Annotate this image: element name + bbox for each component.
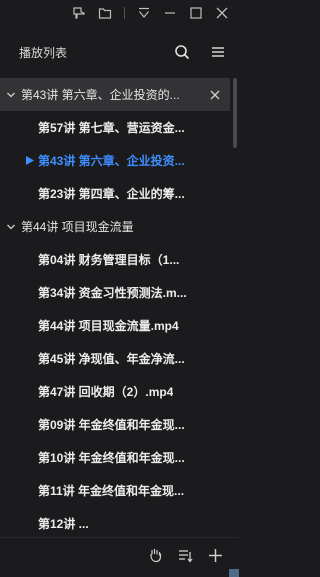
close-group-icon[interactable] — [209, 88, 222, 101]
maximize-icon[interactable] — [189, 6, 203, 20]
playlist-header: 播放列表 — [0, 36, 239, 68]
item-label: 第57讲 第七章、营运资金... — [38, 121, 185, 135]
item-label: 第44讲 项目现金流量.mp4 — [38, 319, 179, 333]
list-item[interactable]: 第45讲 净现值、年金净流... — [0, 342, 230, 375]
collapse-icon[interactable] — [137, 6, 151, 20]
item-label: 第11讲 年金终值和年金现... — [38, 484, 185, 498]
playlist-group[interactable]: 第44讲 项目现金流量 — [0, 210, 230, 243]
list-item[interactable]: 第34讲 资金习性预测法.m... — [0, 276, 230, 309]
playlist-title: 播放列表 — [19, 45, 68, 60]
search-icon[interactable] — [173, 43, 191, 61]
group-label: 第44讲 项目现金流量 — [21, 220, 134, 234]
playlist-group[interactable]: 第43讲 第六章、企业投资的... — [0, 78, 230, 111]
resize-corner — [229, 569, 239, 577]
list-item[interactable]: 第44讲 项目现金流量.mp4 — [0, 309, 230, 342]
item-label: 第47讲 回收期（2）.mp4 — [38, 385, 174, 399]
playlist-footer — [0, 537, 239, 577]
item-label: 第04讲 财务管理目标（1... — [38, 253, 180, 267]
item-label: 第34讲 资金习性预测法.m... — [38, 286, 187, 300]
item-label: 第23讲 第四章、企业的筹... — [38, 187, 185, 201]
folder-icon[interactable] — [98, 6, 112, 20]
close-icon[interactable] — [215, 6, 229, 20]
sort-icon[interactable] — [177, 547, 193, 563]
menu-icon[interactable] — [209, 43, 227, 61]
playlist: 第43讲 第六章、企业投资的... 第57讲 第七章、营运资金... 第43讲 … — [0, 78, 230, 533]
list-item[interactable]: 第47讲 回收期（2）.mp4 — [0, 375, 230, 408]
add-icon[interactable] — [207, 547, 223, 563]
list-item[interactable]: 第09讲 年金终值和年金现... — [0, 408, 230, 441]
clear-icon[interactable] — [147, 547, 163, 563]
pin-icon[interactable] — [72, 6, 86, 20]
item-label: 第09讲 年金终值和年金现... — [38, 418, 185, 432]
list-item[interactable]: 第04讲 财务管理目标（1... — [0, 243, 230, 276]
list-item[interactable]: 第12讲 ... — [0, 507, 230, 533]
list-item[interactable]: 第23讲 第四章、企业的筹... — [0, 177, 230, 210]
scrollbar[interactable] — [231, 78, 239, 533]
title-separator — [124, 7, 125, 19]
title-bar — [0, 0, 239, 26]
group-label: 第43讲 第六章、企业投资的... — [21, 88, 180, 102]
minimize-icon[interactable] — [163, 6, 177, 20]
item-label: 第45讲 净现值、年金净流... — [38, 352, 185, 366]
chevron-down-icon[interactable] — [6, 89, 18, 101]
item-label: 第43讲 第六章、企业投资... — [38, 154, 185, 168]
list-item[interactable]: 第57讲 第七章、营运资金... — [0, 111, 230, 144]
item-label: 第12讲 ... — [38, 517, 89, 531]
item-label: 第10讲 年金终值和年金现... — [38, 451, 185, 465]
scroll-thumb[interactable] — [233, 78, 237, 148]
list-item-playing[interactable]: 第43讲 第六章、企业投资... — [0, 144, 230, 177]
list-item[interactable]: 第11讲 年金终值和年金现... — [0, 474, 230, 507]
play-indicator-icon — [26, 156, 34, 165]
chevron-down-icon[interactable] — [6, 221, 18, 233]
list-item[interactable]: 第10讲 年金终值和年金现... — [0, 441, 230, 474]
